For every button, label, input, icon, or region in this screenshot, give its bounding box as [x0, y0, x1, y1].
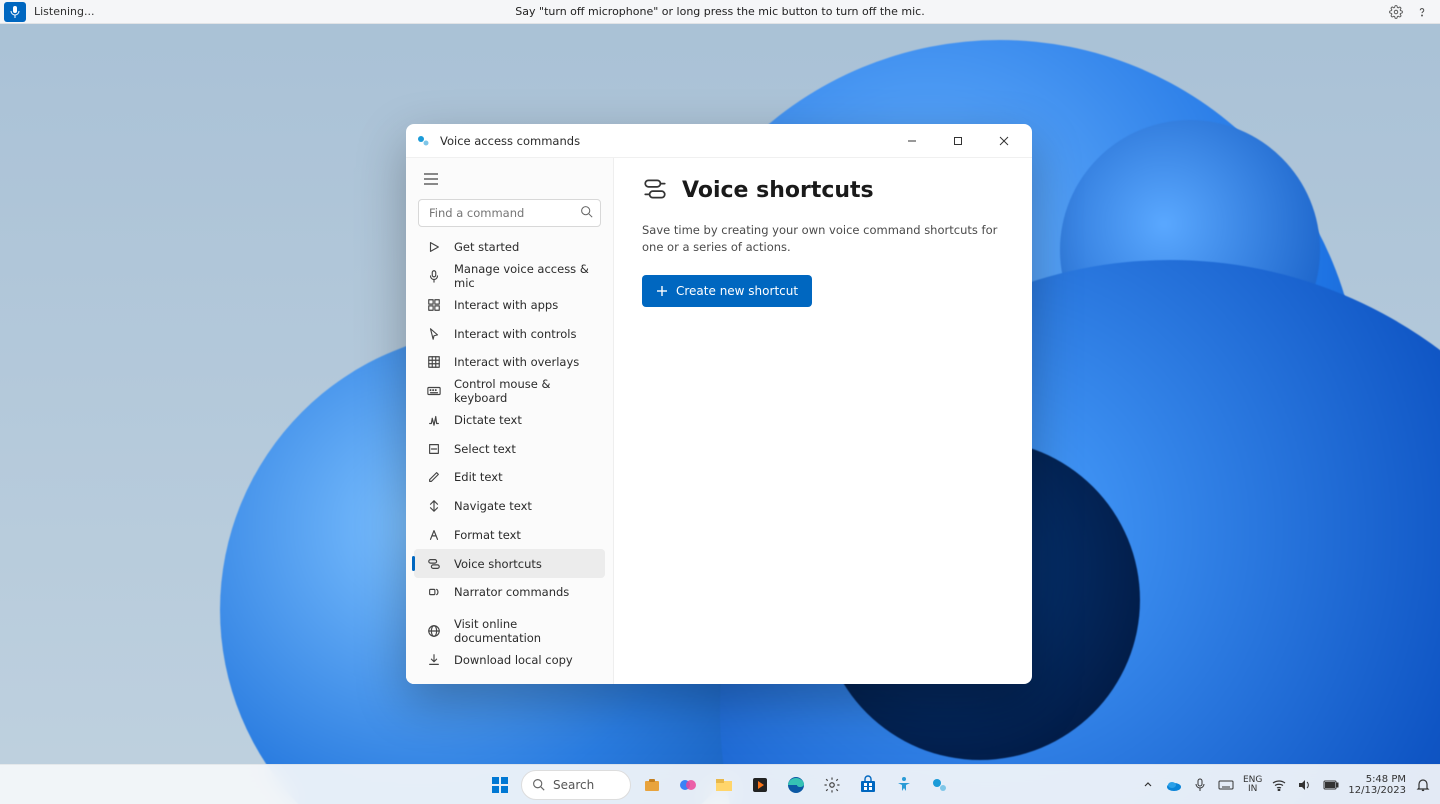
tray-clock[interactable]: 5:48 PM 12/13/2023 — [1348, 774, 1406, 796]
sidebar-item-label: Interact with overlays — [454, 355, 579, 369]
sidebar-item-label: Get started — [454, 240, 519, 254]
voice-commands-window: Voice access commands Get started — [406, 124, 1032, 684]
search-icon — [580, 205, 593, 218]
dictate-icon — [426, 412, 442, 428]
globe-icon — [426, 623, 442, 639]
play-icon — [426, 239, 442, 255]
sidebar-item-label: Navigate text — [454, 499, 532, 513]
close-button[interactable] — [982, 126, 1026, 156]
mic-icon — [426, 268, 442, 284]
sidebar-item-label: Interact with apps — [454, 298, 558, 312]
sidebar-item-label: Select text — [454, 442, 516, 456]
voice-status-text: Listening... — [34, 5, 94, 18]
main-heading: Voice shortcuts — [682, 178, 874, 203]
tray-chevron-icon[interactable] — [1139, 776, 1157, 794]
sidebar-item-get-started[interactable]: Get started — [414, 233, 605, 262]
narrator-icon — [426, 584, 442, 600]
taskbar-app-briefcase[interactable] — [637, 770, 667, 800]
create-shortcut-button[interactable]: Create new shortcut — [642, 275, 812, 307]
sidebar-item-edit-text[interactable]: Edit text — [414, 463, 605, 492]
main-panel: Voice shortcuts Save time by creating yo… — [614, 158, 1032, 684]
shortcut-icon — [426, 556, 442, 572]
command-search-input[interactable] — [418, 199, 601, 227]
taskbar-app-explorer[interactable] — [709, 770, 739, 800]
sidebar-item-label: Edit text — [454, 470, 503, 484]
taskbar-app-edge[interactable] — [781, 770, 811, 800]
edit-icon — [426, 469, 442, 485]
window-title: Voice access commands — [440, 134, 580, 148]
taskbar-app-mediaplayer[interactable] — [745, 770, 775, 800]
taskbar: Search ENG IN 5:48 PM 12/13/2023 — [0, 764, 1440, 804]
taskbar-center: Search — [485, 770, 955, 800]
sidebar-item-narrator-commands[interactable]: Narrator commands — [414, 578, 605, 607]
sidebar-item-label: Voice shortcuts — [454, 557, 542, 571]
window-titlebar[interactable]: Voice access commands — [406, 124, 1032, 158]
sidebar-item-label: Format text — [454, 528, 521, 542]
cursor-icon — [426, 326, 442, 342]
taskbar-app-voiceaccess[interactable] — [925, 770, 955, 800]
navigate-icon — [426, 498, 442, 514]
sidebar-item-interact-with-controls[interactable]: Interact with controls — [414, 319, 605, 348]
tray-mic-icon[interactable] — [1191, 776, 1209, 794]
taskbar-app-store[interactable] — [853, 770, 883, 800]
settings-icon[interactable] — [1388, 4, 1404, 20]
sidebar-nav: Get started Manage voice access & mic In… — [410, 233, 609, 607]
tray-onedrive-icon[interactable] — [1165, 776, 1183, 794]
hamburger-button[interactable] — [416, 166, 446, 193]
sidebar-footer-visit-online-documentation[interactable]: Visit online documentation — [414, 616, 605, 645]
tray-volume-icon[interactable] — [1296, 776, 1314, 794]
download-icon — [426, 652, 442, 668]
voice-shortcuts-icon — [642, 176, 670, 204]
sidebar-item-format-text[interactable]: Format text — [414, 521, 605, 550]
start-button[interactable] — [485, 770, 515, 800]
grid-icon — [426, 354, 442, 370]
main-description: Save time by creating your own voice com… — [642, 222, 1004, 257]
sidebar-item-interact-with-apps[interactable]: Interact with apps — [414, 290, 605, 319]
command-search — [418, 199, 601, 227]
maximize-button[interactable] — [936, 126, 980, 156]
sidebar-item-label: Visit online documentation — [454, 617, 595, 645]
tray-battery-icon[interactable] — [1322, 776, 1340, 794]
create-shortcut-label: Create new shortcut — [676, 284, 798, 298]
sidebar-item-label: Control mouse & keyboard — [454, 377, 595, 405]
taskbar-app-accessibility[interactable] — [889, 770, 919, 800]
sidebar-item-interact-with-overlays[interactable]: Interact with overlays — [414, 348, 605, 377]
format-icon — [426, 527, 442, 543]
help-icon[interactable] — [1414, 4, 1430, 20]
app-icon — [416, 133, 432, 149]
select-icon — [426, 441, 442, 457]
sidebar-item-manage-voice-access-mic[interactable]: Manage voice access & mic — [414, 262, 605, 291]
sidebar-item-label: Narrator commands — [454, 585, 569, 599]
apps-icon — [426, 297, 442, 313]
sidebar-item-navigate-text[interactable]: Navigate text — [414, 492, 605, 521]
mic-toggle-button[interactable] — [4, 2, 26, 22]
tray-wifi-icon[interactable] — [1270, 776, 1288, 794]
taskbar-search-placeholder: Search — [553, 778, 594, 792]
tray-keyboard-icon[interactable] — [1217, 776, 1235, 794]
taskbar-search[interactable]: Search — [521, 770, 631, 800]
sidebar-footer-download-local-copy[interactable]: Download local copy — [414, 645, 605, 674]
minimize-button[interactable] — [890, 126, 934, 156]
sidebar-item-select-text[interactable]: Select text — [414, 434, 605, 463]
tray-language[interactable]: ENG IN — [1243, 776, 1262, 794]
sidebar-item-dictate-text[interactable]: Dictate text — [414, 405, 605, 434]
sidebar-item-control-mouse-keyboard[interactable]: Control mouse & keyboard — [414, 377, 605, 406]
tray-notifications-icon[interactable] — [1414, 776, 1432, 794]
sidebar-item-voice-shortcuts[interactable]: Voice shortcuts — [414, 549, 605, 578]
voice-hint-text: Say "turn off microphone" or long press … — [0, 5, 1440, 18]
taskbar-app-settings[interactable] — [817, 770, 847, 800]
voice-access-bar: Listening... Say "turn off microphone" o… — [0, 0, 1440, 24]
keyboard-icon — [426, 383, 442, 399]
sidebar-item-label: Download local copy — [454, 653, 573, 667]
taskbar-app-copilot[interactable] — [673, 770, 703, 800]
sidebar: Get started Manage voice access & mic In… — [406, 158, 614, 684]
sidebar-item-label: Manage voice access & mic — [454, 262, 595, 290]
sidebar-item-label: Dictate text — [454, 413, 522, 427]
sidebar-footer-nav: Visit online documentation Download loca… — [410, 616, 609, 674]
sidebar-item-label: Interact with controls — [454, 327, 576, 341]
system-tray: ENG IN 5:48 PM 12/13/2023 — [1139, 774, 1432, 796]
